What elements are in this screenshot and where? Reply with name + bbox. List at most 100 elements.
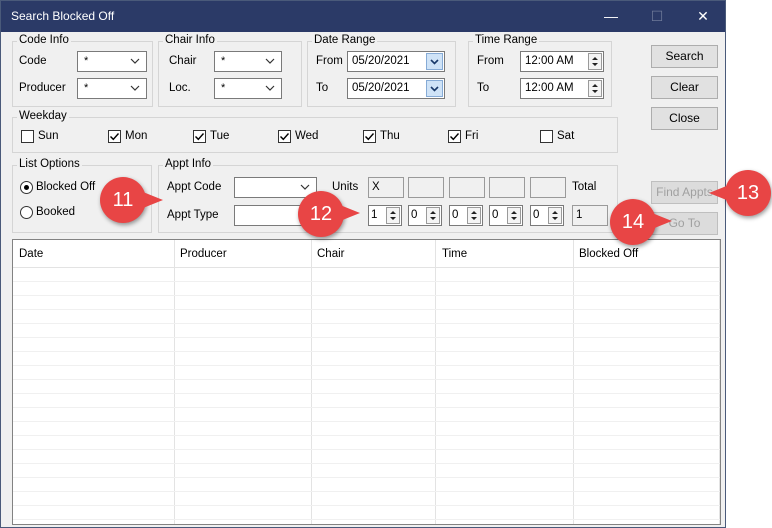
clear-button[interactable]: Clear	[651, 76, 718, 99]
spinner-value: 0	[411, 209, 418, 221]
weekday-checkbox-sat[interactable]	[540, 130, 553, 143]
chair-value: *	[221, 55, 226, 67]
time-spinner[interactable]	[588, 80, 602, 97]
close-button[interactable]: Close	[651, 107, 718, 130]
unit-spinner[interactable]: 0	[489, 205, 523, 226]
weekday-checkbox-fri[interactable]	[448, 130, 461, 143]
chair-label: Chair	[169, 55, 197, 67]
spinner-arrows-icon	[592, 84, 598, 93]
spinner-arrows-icon	[511, 211, 517, 220]
table-row[interactable]	[13, 310, 720, 324]
appt-type-label: Appt Type	[167, 209, 219, 221]
search-button[interactable]: Search	[651, 45, 718, 68]
calendar-dropdown-button[interactable]	[426, 53, 443, 70]
date-from-picker[interactable]: 05/20/2021	[347, 51, 445, 72]
weekday-label-sun[interactable]: Sun	[38, 130, 58, 142]
time-from-label: From	[477, 55, 504, 67]
window-title: Search Blocked Off	[11, 9, 115, 23]
unit-spinner[interactable]: 0	[449, 205, 483, 226]
spinner-arrows[interactable]	[548, 207, 562, 224]
loc-label: Loc.	[169, 82, 191, 94]
weekday-label-tue[interactable]: Tue	[210, 130, 229, 142]
list-options-legend: List Options	[17, 158, 82, 170]
column-header-date[interactable]: Date	[19, 248, 43, 260]
checkmark-icon	[280, 133, 290, 141]
weekday-checkbox-tue[interactable]	[193, 130, 206, 143]
table-row[interactable]	[13, 408, 720, 422]
column-header-blocked-off[interactable]: Blocked Off	[579, 248, 638, 260]
date-from-label: From	[316, 55, 343, 67]
weekday-checkbox-thu[interactable]	[363, 130, 376, 143]
table-row[interactable]	[13, 380, 720, 394]
table-row[interactable]	[13, 296, 720, 310]
appt-info-group: Appt Info Appt Code Appt Type Units X 1 0…	[158, 158, 618, 233]
table-row[interactable]	[13, 492, 720, 506]
chair-combo[interactable]: *	[214, 51, 282, 72]
table-row[interactable]	[13, 436, 720, 450]
unit-value: X	[372, 181, 380, 193]
code-combo[interactable]: *	[77, 51, 147, 72]
weekday-label-mon[interactable]: Mon	[125, 130, 147, 142]
booked-radio[interactable]	[20, 206, 33, 219]
table-row[interactable]	[13, 282, 720, 296]
close-window-button[interactable]: ✕	[680, 1, 726, 32]
column-header-chair[interactable]: Chair	[317, 248, 344, 260]
calendar-dropdown-button[interactable]	[426, 80, 443, 97]
weekday-checkbox-mon[interactable]	[108, 130, 121, 143]
weekday-label-thu[interactable]: Thu	[380, 130, 400, 142]
appt-code-combo[interactable]	[234, 177, 317, 198]
callout-12-arrow	[340, 205, 360, 221]
chair-info-group: Chair Info Chair * Loc. *	[158, 34, 302, 107]
loc-combo[interactable]: *	[214, 78, 282, 99]
table-row[interactable]	[13, 464, 720, 478]
producer-label: Producer	[19, 82, 66, 94]
unit-spinner[interactable]: 0	[530, 205, 564, 226]
table-row[interactable]	[13, 366, 720, 380]
minimize-button[interactable]: —	[588, 1, 634, 32]
units-label: Units	[332, 181, 359, 193]
time-from-input[interactable]: 12:00 AM	[520, 51, 604, 72]
table-row[interactable]	[13, 324, 720, 338]
grid-header: Date Producer Chair Time Blocked Off	[13, 240, 720, 268]
table-row[interactable]	[13, 394, 720, 408]
spinner-arrows[interactable]	[426, 207, 440, 224]
loc-value: *	[221, 82, 226, 94]
column-header-producer[interactable]: Producer	[180, 248, 227, 260]
table-row[interactable]	[13, 422, 720, 436]
date-from-value: 05/20/2021	[352, 55, 410, 67]
chevron-down-icon	[130, 85, 140, 91]
unit-box	[530, 177, 566, 198]
weekday-label-fri[interactable]: Fri	[465, 130, 478, 142]
blocked-off-radio[interactable]	[20, 181, 33, 194]
time-spinner[interactable]	[588, 53, 602, 70]
table-row[interactable]	[13, 506, 720, 520]
table-row[interactable]	[13, 352, 720, 366]
appt-info-legend: Appt Info	[163, 158, 214, 170]
spinner-arrows[interactable]	[467, 207, 481, 224]
results-grid[interactable]: Date Producer Chair Time Blocked Off	[12, 239, 721, 525]
time-to-input[interactable]: 12:00 AM	[520, 78, 604, 99]
chair-info-legend: Chair Info	[163, 34, 217, 46]
time-from-value: 12:00 AM	[525, 55, 574, 67]
table-row[interactable]	[13, 450, 720, 464]
spinner-value: 1	[371, 209, 378, 221]
table-row[interactable]	[13, 268, 720, 282]
radio-dot	[24, 185, 29, 190]
unit-spinner[interactable]: 1	[368, 205, 402, 226]
producer-combo[interactable]: *	[77, 78, 147, 99]
spinner-arrows[interactable]	[386, 207, 400, 224]
table-row[interactable]	[13, 478, 720, 492]
weekday-checkbox-sun[interactable]	[21, 130, 34, 143]
weekday-checkbox-wed[interactable]	[278, 130, 291, 143]
booked-label[interactable]: Booked	[36, 206, 75, 218]
spinner-arrows-icon	[430, 211, 436, 220]
column-header-time[interactable]: Time	[442, 248, 467, 260]
weekday-label-wed[interactable]: Wed	[295, 130, 318, 142]
title-bar[interactable]: Search Blocked Off — ☐ ✕	[1, 1, 725, 32]
weekday-label-sat[interactable]: Sat	[557, 130, 574, 142]
date-to-picker[interactable]: 05/20/2021	[347, 78, 445, 99]
table-row[interactable]	[13, 338, 720, 352]
spinner-arrows[interactable]	[507, 207, 521, 224]
unit-spinner[interactable]: 0	[408, 205, 442, 226]
blocked-off-label[interactable]: Blocked Off	[36, 181, 95, 193]
